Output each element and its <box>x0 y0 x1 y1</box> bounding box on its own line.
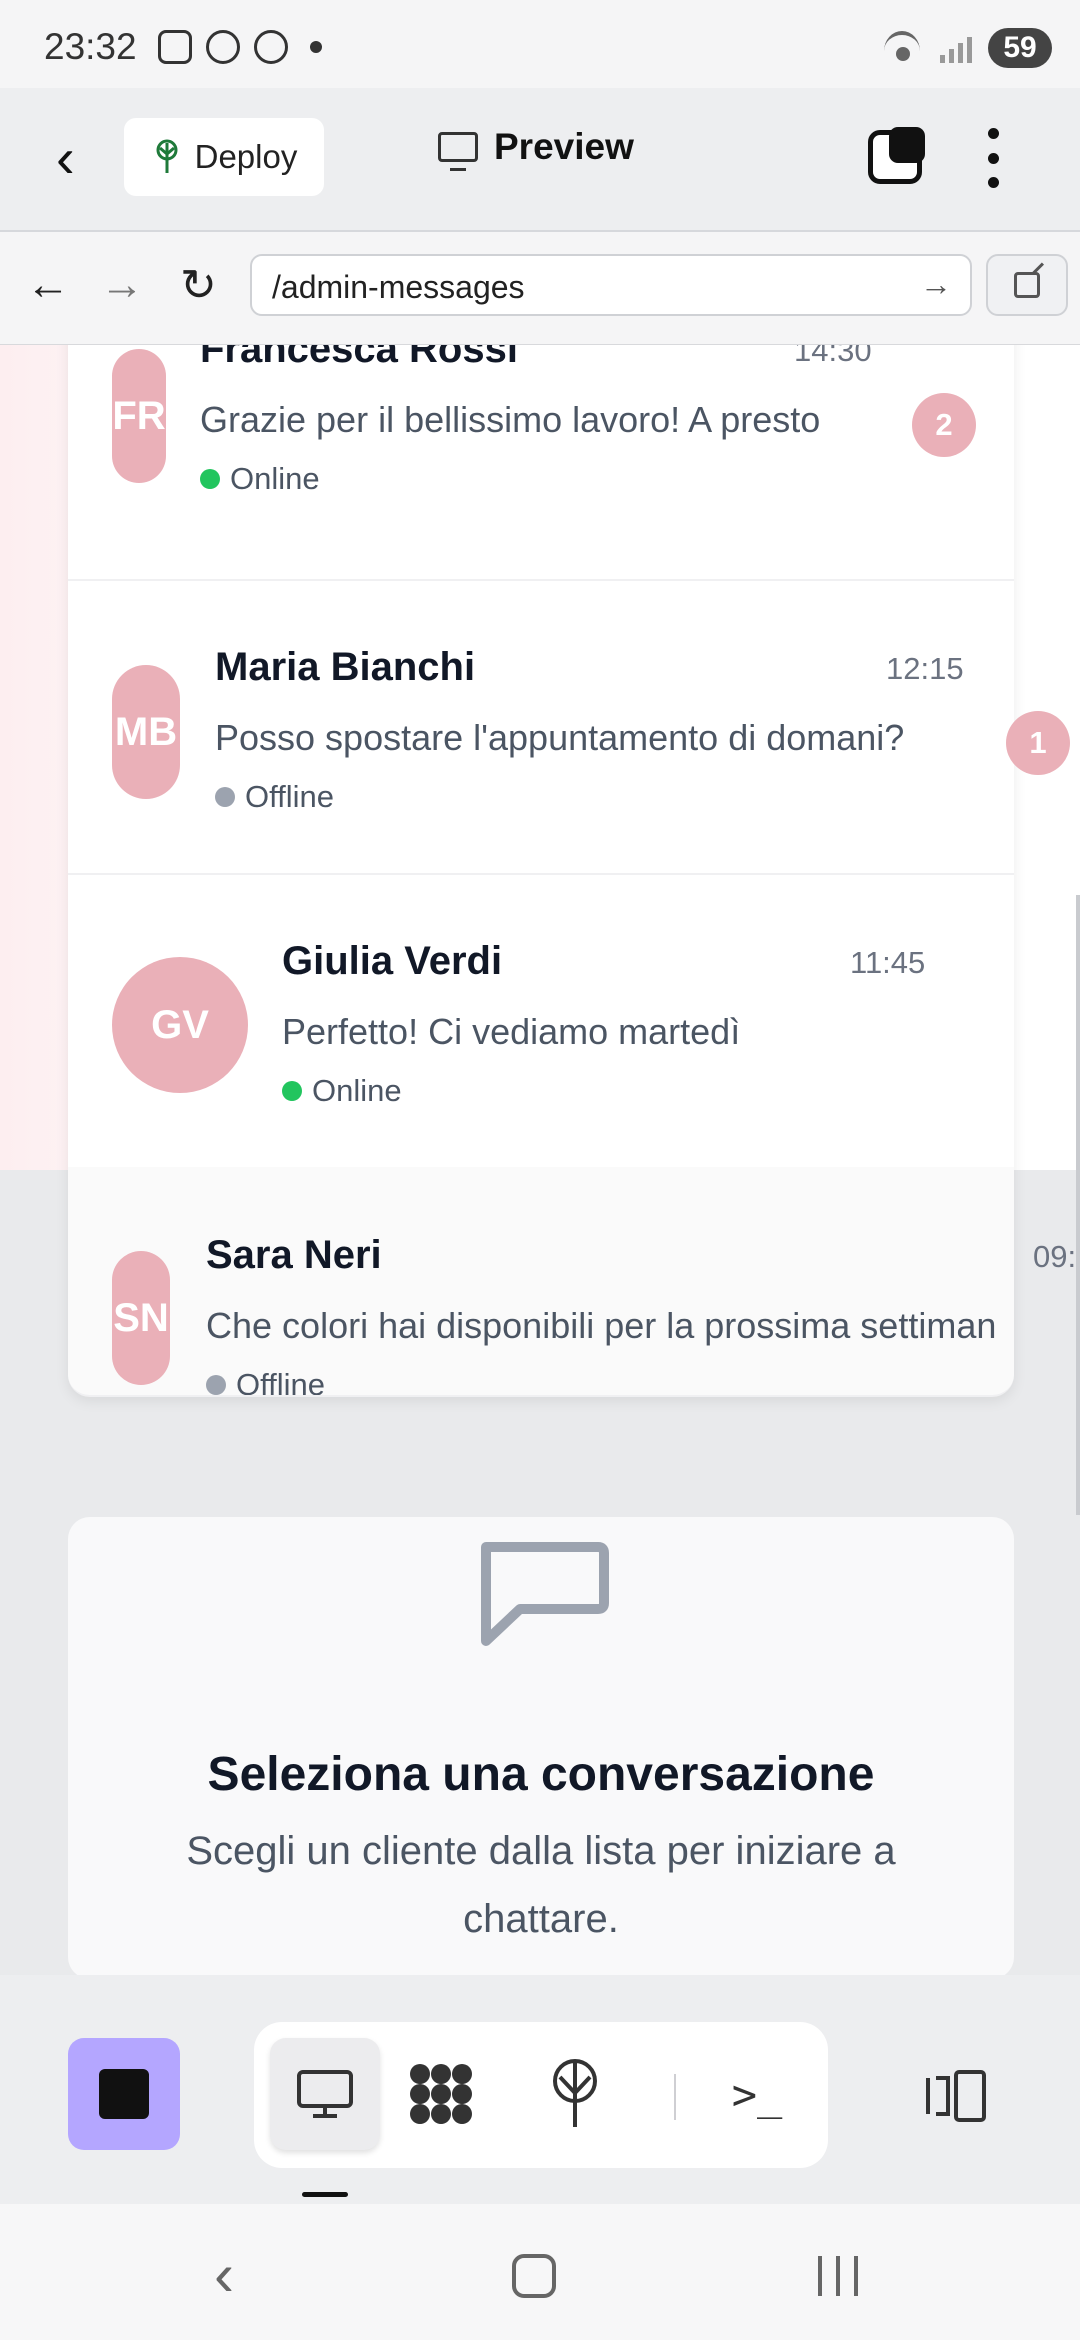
preview-toggle[interactable]: Preview <box>438 126 634 171</box>
conversation-item[interactable]: MB Maria Bianchi 12:15 Posso spostare l'… <box>68 579 1070 875</box>
monitor-icon <box>438 132 478 171</box>
deploy-tree-icon <box>553 2059 597 2127</box>
message-preview: Che colori hai disponibili per la prossi… <box>206 1305 997 1346</box>
conversation-item[interactable]: GV Giulia Verdi 11:45 Perfetto! Ci vedia… <box>68 873 1014 1169</box>
preview-view-button[interactable] <box>270 2038 380 2150</box>
message-time: 09: <box>1033 1239 1077 1274</box>
presence-status: Online <box>282 1073 402 1109</box>
status-label: Offline <box>245 779 335 814</box>
online-dot <box>282 1081 302 1101</box>
preview-label: Preview <box>494 126 634 167</box>
view-switcher: >_ <box>254 2022 828 2168</box>
chat-bubble-icon <box>481 1542 609 1646</box>
stop-button[interactable] <box>68 2038 180 2150</box>
presence-status: Online <box>200 461 320 497</box>
tabs-icon[interactable] <box>868 127 925 184</box>
online-dot <box>200 469 220 489</box>
separator <box>674 2074 676 2120</box>
messenger-icon <box>254 30 288 64</box>
deploy-label: Deploy <box>194 138 298 175</box>
monitor-icon <box>297 2070 353 2118</box>
terminal-view-button[interactable]: >_ <box>702 2038 812 2150</box>
more-icon[interactable] <box>988 128 1000 188</box>
message-time: 11:45 <box>850 945 926 980</box>
grid-icon <box>410 2064 472 2124</box>
system-navigation-bar: ‹ <box>0 2204 1080 2340</box>
arrow-forward-icon[interactable]: → <box>100 260 144 310</box>
url-text: /admin-messages <box>272 269 525 305</box>
status-bar: 23:32 59 <box>0 0 1080 88</box>
conversation-item[interactable]: SN Sara Neri Che colori hai disponibili … <box>68 1167 1014 1397</box>
reload-icon[interactable]: ↻ <box>180 260 217 311</box>
presence-status: Offline <box>215 779 334 815</box>
avatar: MB <box>112 665 180 799</box>
contact-name: Giulia Verdi <box>282 939 503 983</box>
empty-state-title: Seleziona una conversazione <box>207 1748 875 1801</box>
message-preview: Posso spostare l'appuntamento di domani? <box>215 717 905 758</box>
offline-dot <box>215 787 235 807</box>
arrow-back-icon[interactable]: ← <box>26 260 70 310</box>
deploy-tree-icon <box>156 139 178 173</box>
system-recents-icon[interactable] <box>818 2256 858 2296</box>
battery-indicator: 59 <box>988 28 1052 68</box>
open-external-icon <box>1014 272 1040 298</box>
app-header: ‹ Deploy Preview <box>0 88 1080 232</box>
url-input[interactable]: /admin-messages → <box>250 254 972 316</box>
message-time: 12:15 <box>886 651 964 686</box>
unread-badge: 2 <box>912 393 976 457</box>
home-indicator <box>302 2192 348 2197</box>
system-back-icon[interactable]: ‹ <box>214 2240 234 2309</box>
terminal-icon: >_ <box>731 2069 783 2119</box>
go-arrow-icon[interactable]: → <box>920 266 952 303</box>
contact-name: Francesca Rossi <box>200 345 518 371</box>
message-time: 14:30 <box>794 345 872 368</box>
empty-state: Seleziona una conversazione Scegli un cl… <box>68 1517 1014 1975</box>
bottom-toolbar: >_ <box>0 1978 1080 2204</box>
panel-icon[interactable] <box>924 2068 988 2124</box>
open-external-button[interactable] <box>986 254 1068 316</box>
system-indicators: 59 <box>884 28 1052 68</box>
deploy-button[interactable]: Deploy <box>124 118 324 196</box>
wifi-icon <box>884 31 924 65</box>
signal-icon <box>940 33 972 63</box>
preview-content: FR Francesca Rossi 14:30 Grazie per il b… <box>0 345 1080 1975</box>
unread-badge: 1 <box>1006 711 1070 775</box>
message-preview: Perfetto! Ci vediamo martedì <box>282 1011 741 1052</box>
conversation-item[interactable]: FR Francesca Rossi 14:30 Grazie per il b… <box>68 345 1014 581</box>
empty-state-subtitle: Scegli un cliente dalla lista per inizia… <box>186 1829 896 1941</box>
conversation-list: FR Francesca Rossi 14:30 Grazie per il b… <box>68 345 1076 1397</box>
status-label: Offline <box>236 1367 326 1397</box>
message-preview: Grazie per il bellissimo lavoro! A prest… <box>200 399 821 440</box>
avatar: GV <box>112 957 248 1093</box>
deploy-view-button[interactable] <box>520 2038 630 2150</box>
contact-name: Maria Bianchi <box>215 645 476 689</box>
presence-status: Offline <box>206 1367 326 1397</box>
whatsapp-icon <box>206 30 240 64</box>
contact-name: Sara Neri <box>206 1233 382 1277</box>
url-bar: ← → ↻ /admin-messages → <box>0 232 1080 346</box>
more-notifications-icon <box>310 41 322 53</box>
screenshot-icon <box>158 30 192 64</box>
avatar: SN <box>112 1251 170 1385</box>
scrollbar[interactable] <box>1076 895 1080 1515</box>
back-icon[interactable]: ‹ <box>56 128 96 188</box>
status-time: 23:32 <box>44 26 137 67</box>
avatar: FR <box>112 349 166 483</box>
status-label: Online <box>312 1073 402 1108</box>
notification-icons <box>158 30 322 64</box>
status-label: Online <box>230 461 320 496</box>
stop-icon <box>99 2069 149 2119</box>
offline-dot <box>206 1375 226 1395</box>
system-home-icon[interactable] <box>512 2254 556 2298</box>
grid-view-button[interactable] <box>386 2038 496 2150</box>
